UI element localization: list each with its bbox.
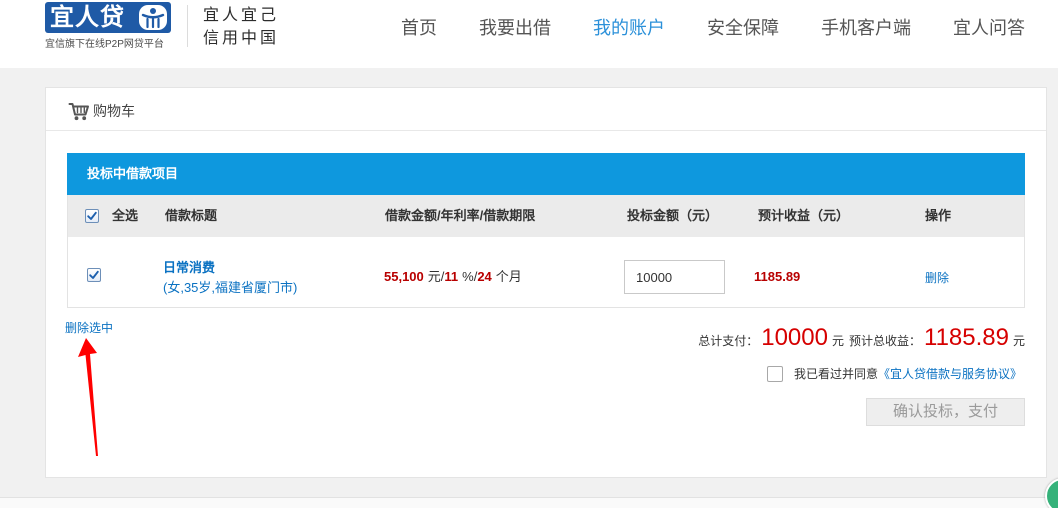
column-header-expected-income: 预计收益（元） [758,208,850,223]
order-summary: 总计支付： 10000 元 预计总收益： 1185.89 元 [698,323,1025,353]
loan-title-link[interactable]: 日常消费 [163,259,215,277]
people-logo-svg [139,5,167,30]
column-header-loan-info: 借款金额/年利率/借款期限 [385,208,536,223]
total-income-label: 预计总收益： [848,334,921,348]
table-row: 日常消费 (女,35岁,福建省厦门市) 55,100元/11%/24个月 118… [68,237,1024,307]
agreement-link[interactable]: 《宜人贷借款与服务协议》 [878,366,1022,382]
cart-panel-header: 购物车 [46,88,1046,131]
total-pay-value: 10000 [761,324,828,351]
section-title: 投标中借款项目 [87,166,179,181]
loan-rate: 11 [444,269,459,284]
bid-amount-input[interactable] [624,260,725,294]
nav-item-home[interactable]: 首页 [401,17,437,39]
borrower-info: (女,35岁,福建省厦门市) [163,280,298,295]
nav-item-mobile-client[interactable]: 手机客户端 [821,17,911,39]
total-pay-label: 总计支付： [698,334,759,348]
column-header-bid-amount: 投标金额（元） [627,208,719,223]
main-nav: 首页 我要出借 我的账户 安全保障 手机客户端 宜人问答 [401,17,1025,39]
table-header-row: 全选 借款标题 借款金额/年利率/借款期限 投标金额（元） 预计收益（元） 操作 [68,195,1024,237]
agreement-row: 我已看过并同意 《宜人贷借款与服务协议》 [766,366,1022,382]
shopping-cart-icon [68,102,90,121]
total-pay-unit: 元 [831,334,844,348]
section-bar: 投标中借款项目 [67,153,1025,195]
cart-panel: 购物车 投标中借款项目 全选 借款标题 借款金额/年利率/借款期限 投标金额（元… [45,87,1047,478]
page: 宜人贷 宜信旗下在线P2P网贷平台 宜人宜己 信用中国 首页 我要出借 我的账户… [0,0,1058,508]
total-income-unit: 元 [1012,334,1025,348]
loan-info: 55,100 元/11 %/24 个月 [384,268,522,286]
cart-table: 全选 借款标题 借款金额/年利率/借款期限 投标金额（元） 预计收益（元） 操作… [67,195,1025,308]
loan-term-unit: 个月 [495,269,522,284]
agreement-checkbox[interactable] [766,366,783,382]
loan-amount-unit: 元/ [427,269,445,284]
select-all-checkbox[interactable] [85,209,99,223]
people-logo-icon [138,4,168,31]
floating-widget-circle[interactable] [1045,478,1058,508]
total-income-value: 1185.89 [924,324,1009,351]
confirm-bid-pay-button[interactable]: 确认投标，支付 [866,398,1025,426]
header-divider [187,5,188,47]
logo-subtitle: 宜信旗下在线P2P网贷平台 [45,39,164,50]
loan-amount: 55,100 [384,269,424,284]
red-arrow-icon [78,338,98,456]
loan-rate-unit: %/ [462,269,478,284]
select-all-label[interactable]: 全选 [112,195,138,237]
column-header-title: 借款标题 [165,208,218,223]
floating-widget-icon[interactable] [1042,476,1058,508]
footer-strip [0,497,1058,508]
logo[interactable]: 宜人贷 [45,2,171,33]
row-checkbox[interactable] [87,268,101,282]
column-header-action: 操作 [925,208,952,223]
delete-item-link[interactable]: 删除 [925,269,949,287]
slogan-line-1: 宜人宜己 [203,5,280,24]
expected-income-value: 1185.89 [754,269,801,284]
nav-item-security[interactable]: 安全保障 [707,17,779,39]
nav-item-invest[interactable]: 我要出借 [479,17,551,39]
checkmark-icon [87,211,97,220]
checkmark-icon [89,270,99,279]
logo-text: 宜人贷 [50,4,125,31]
site-header: 宜人贷 宜信旗下在线P2P网贷平台 宜人宜己 信用中国 首页 我要出借 我的账户… [0,0,1058,68]
loan-term: 24 [477,269,492,284]
nav-item-my-account[interactable]: 我的账户 [593,17,665,39]
cart-title: 购物车 [93,103,135,119]
slogan-line-2: 信用中国 [203,28,280,47]
agreement-text: 我已看过并同意 [793,367,878,381]
shopping-cart-svg [68,103,89,121]
nav-item-qa[interactable]: 宜人问答 [953,17,1025,39]
